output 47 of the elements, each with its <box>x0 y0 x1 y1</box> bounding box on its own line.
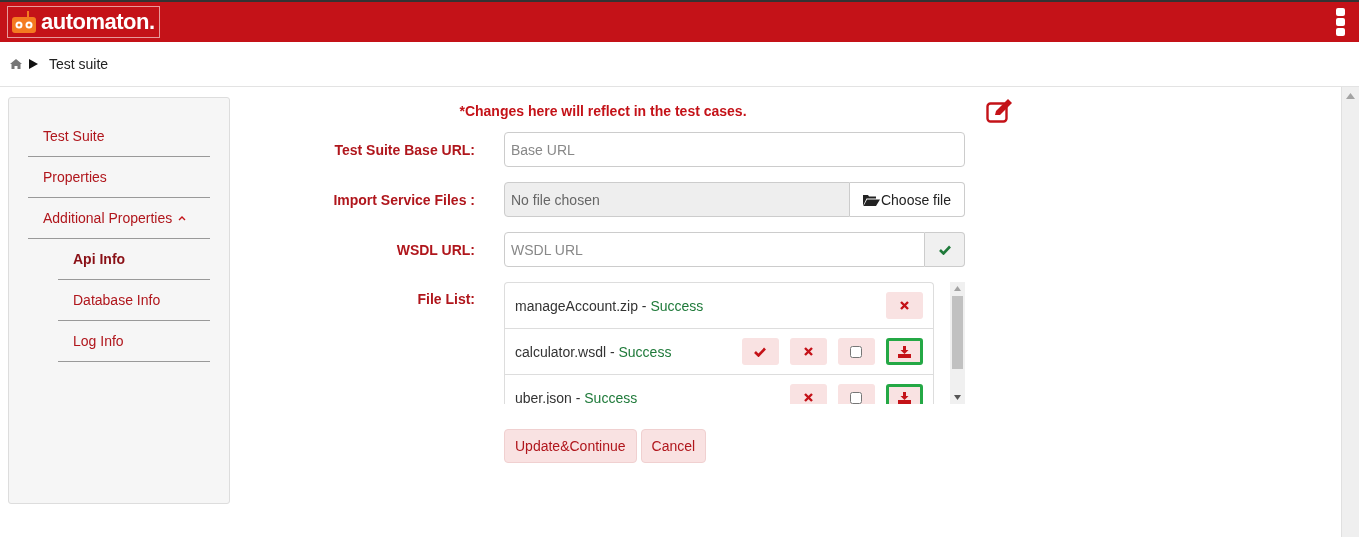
checkbox[interactable] <box>850 391 863 404</box>
check-icon <box>754 346 767 357</box>
logo[interactable]: automaton. <box>7 6 160 38</box>
field-label: Test Suite Base URL: <box>333 141 475 158</box>
file-entry: calculator.wsdl - Success <box>515 343 672 360</box>
input-field[interactable]: WSDL URL <box>504 232 925 267</box>
field-label: WSDL URL: <box>395 241 475 258</box>
file-name-field: No file chosen <box>504 182 850 217</box>
choose-file-button[interactable]: Choose file <box>850 182 965 217</box>
check-icon <box>938 244 951 255</box>
field-label: File List: <box>416 291 475 307</box>
sidebar-item[interactable]: Database Info <box>58 280 210 321</box>
close-icon <box>803 393 813 402</box>
scrollbar[interactable] <box>1341 87 1359 537</box>
sidebar-item[interactable]: Additional Properties <box>28 198 210 239</box>
folder-icon <box>862 193 880 206</box>
input-field[interactable]: Base URL <box>504 132 965 167</box>
download-button[interactable] <box>885 384 923 404</box>
delete-button[interactable] <box>789 338 827 365</box>
edit-icon[interactable] <box>986 99 1014 123</box>
approve-button[interactable] <box>741 338 779 365</box>
breadcrumb-current: Test suite <box>49 56 109 72</box>
download-icon <box>897 345 911 358</box>
close-icon <box>803 347 813 356</box>
download-button[interactable] <box>885 338 923 365</box>
checkbox[interactable] <box>850 345 863 358</box>
home-icon[interactable] <box>10 59 22 69</box>
scroll-down-icon[interactable] <box>953 395 961 400</box>
form-button[interactable]: Cancel <box>640 429 707 463</box>
sidebar-item[interactable]: Properties <box>28 157 210 198</box>
field-label: Import Service Files : <box>332 191 475 208</box>
notice-text: *Changes here will reflect in the test cases. <box>458 103 748 121</box>
delete-button[interactable] <box>885 292 923 319</box>
triangle-right-icon <box>29 59 38 69</box>
chevron-up-icon[interactable] <box>178 215 187 221</box>
delete-button[interactable] <box>789 384 827 404</box>
download-icon <box>897 391 911 404</box>
scrollbar[interactable] <box>949 282 965 404</box>
sidebar-item[interactable]: Test Suite <box>28 116 210 157</box>
file-entry: manageAccount.zip - Success <box>515 297 704 314</box>
form-button[interactable]: Update&Continue <box>504 429 637 463</box>
robot-icon <box>12 11 36 33</box>
confirm-button[interactable] <box>925 232 965 267</box>
sidebar-item[interactable]: Api Info <box>58 239 210 280</box>
close-icon <box>899 301 909 310</box>
menu-icon[interactable] <box>1336 8 1345 36</box>
sidebar-item[interactable]: Log Info <box>58 321 210 362</box>
